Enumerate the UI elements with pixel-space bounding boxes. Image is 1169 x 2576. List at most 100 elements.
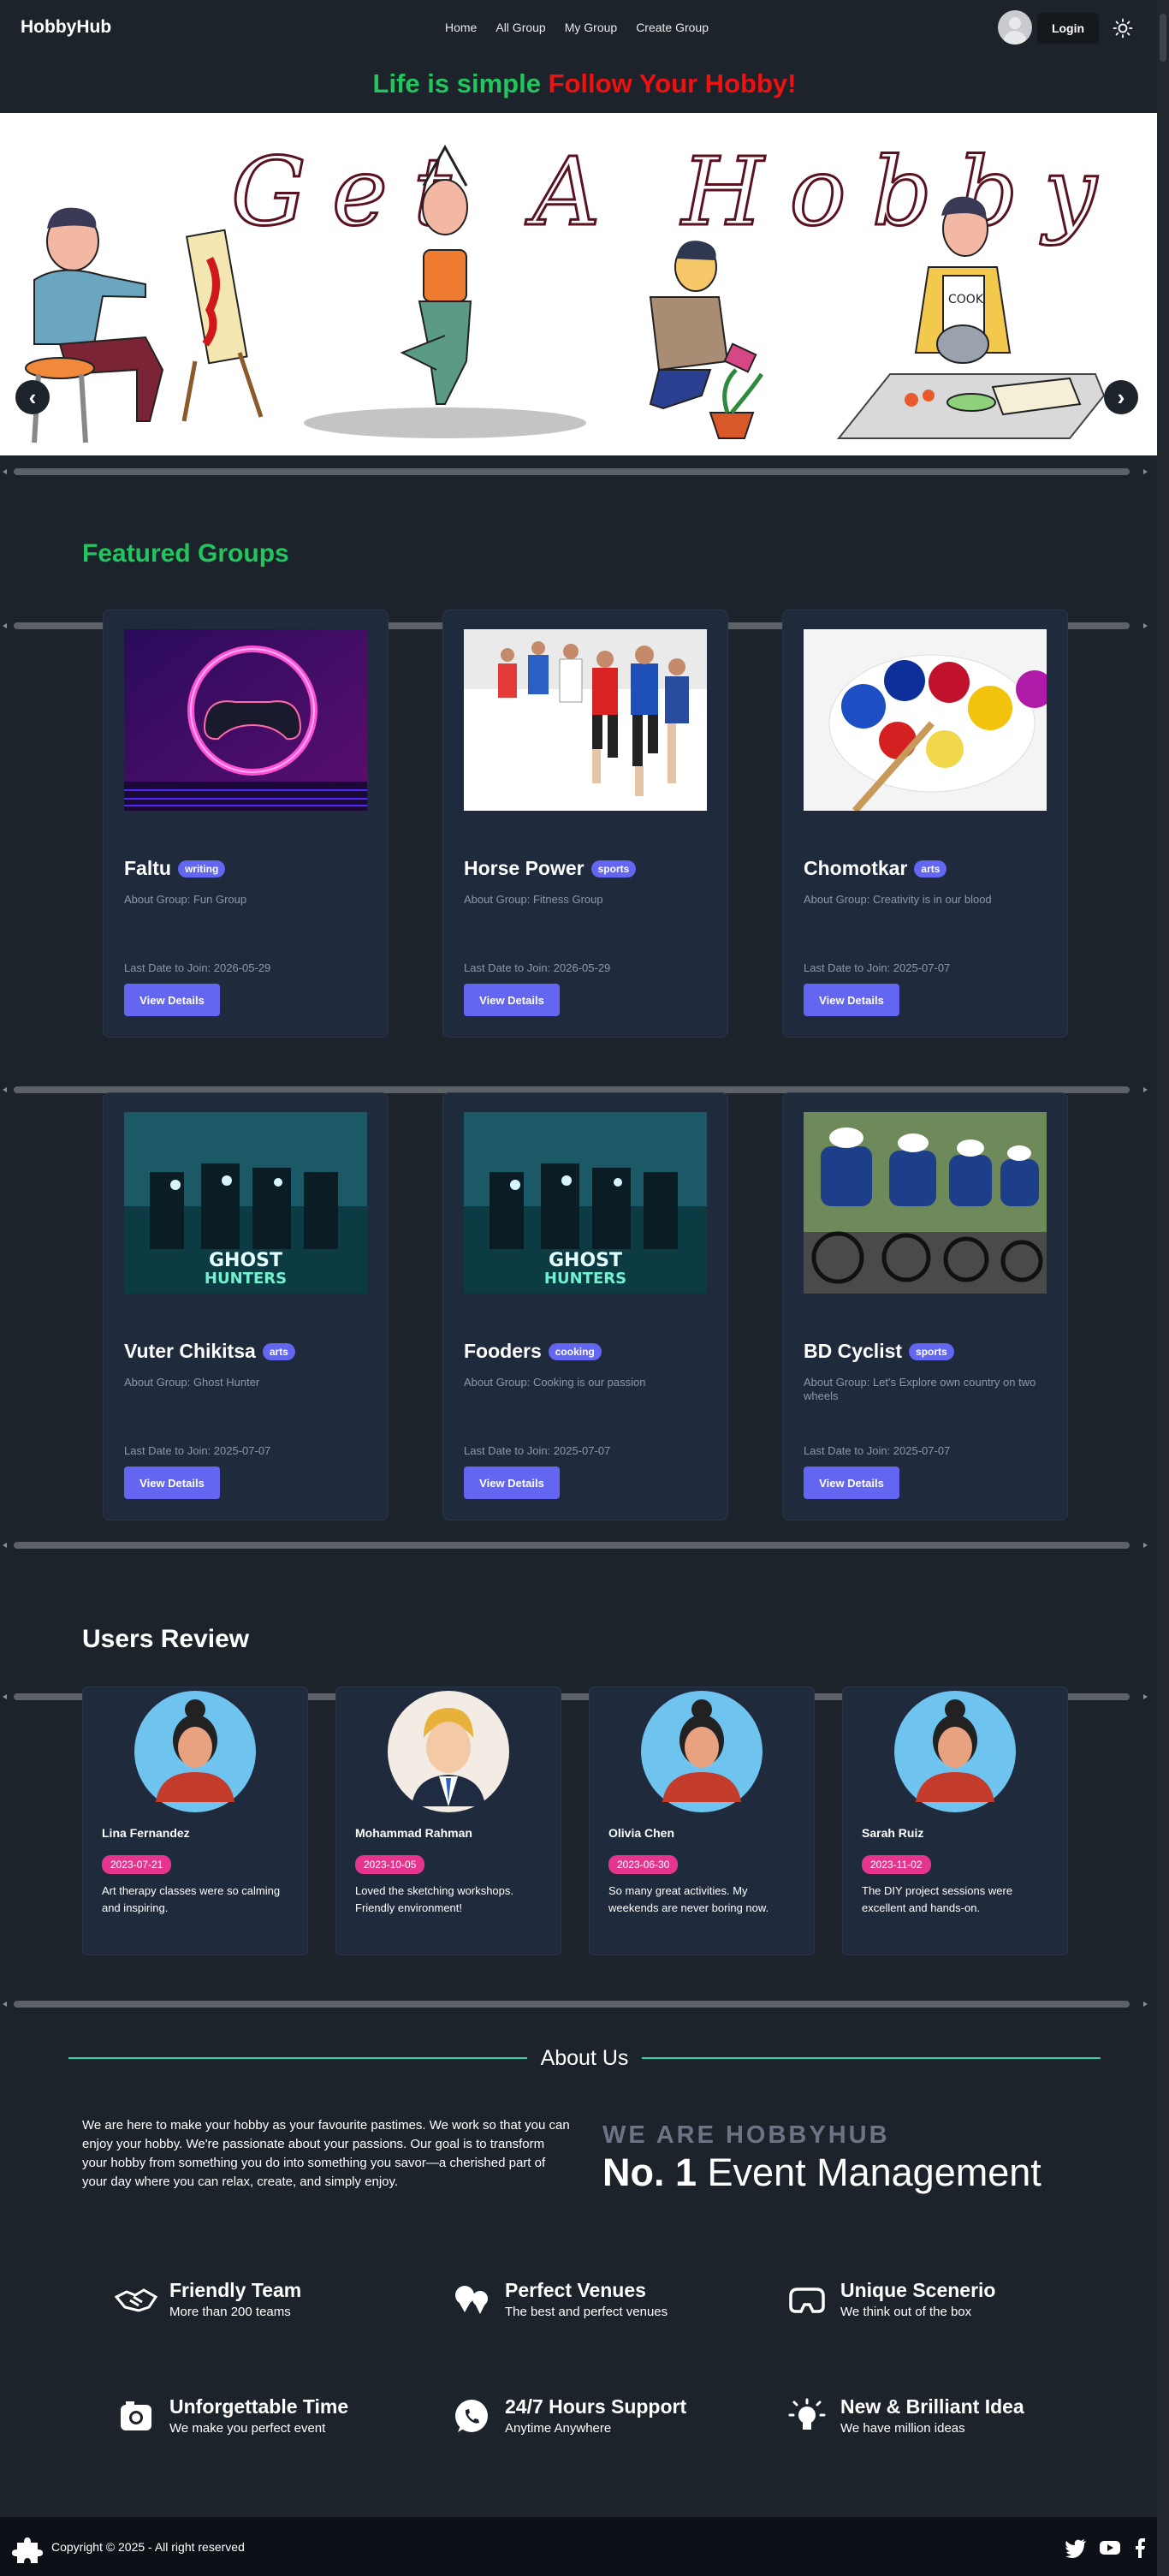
feature-sub: The best and perfect venues bbox=[505, 2305, 668, 2319]
review-card: Olivia Chen 2023-06-30 So many great act… bbox=[589, 1687, 815, 1955]
man-avatar-icon bbox=[388, 1691, 509, 1812]
group-about: About Group: Fun Group bbox=[124, 893, 247, 906]
horizontal-scrollbar[interactable] bbox=[0, 1539, 1157, 1551]
we-are-hobbyhub: WE ARE HOBBYHUB bbox=[602, 2121, 890, 2149]
no1-heading: No. 1 Event Management bbox=[602, 2151, 1041, 2195]
review-card: Mohammad Rahman 2023-10-05 Loved the ske… bbox=[335, 1687, 561, 1955]
feature-item: Perfect Venues The best and perfect venue… bbox=[450, 2279, 668, 2322]
get-a-hobby-illustration: Get A Hobby COOK bbox=[25, 136, 1123, 443]
review-text: Art therapy classes were so calming and … bbox=[102, 1884, 281, 1914]
feature-item: Unforgettable Time We make you perfect ev… bbox=[115, 2395, 348, 2438]
carousel-prev-button[interactable]: ‹ bbox=[15, 380, 50, 414]
user-avatar-icon[interactable] bbox=[998, 10, 1032, 45]
svg-text:HUNTERS: HUNTERS bbox=[544, 1270, 626, 1288]
feature-title: New & Brilliant Idea bbox=[840, 2395, 1024, 2418]
feature-title: 24/7 Hours Support bbox=[505, 2395, 687, 2418]
woman-avatar-icon bbox=[894, 1691, 1016, 1812]
horizontal-scrollbar[interactable] bbox=[0, 1998, 1157, 2010]
about-text: We are here to make your hobby as your f… bbox=[82, 2118, 570, 2189]
group-card: GHOST HUNTERS Vuter Chikitsa arts About … bbox=[103, 1092, 389, 1520]
handshake-icon bbox=[115, 2279, 157, 2322]
reviewer-name: Lina Fernandez bbox=[102, 1826, 190, 1840]
view-details-button[interactable]: View Details bbox=[124, 984, 220, 1016]
brand-logo-text[interactable]: HobbyHub bbox=[21, 17, 111, 38]
feature-sub: We have million ideas bbox=[840, 2421, 965, 2436]
group-last-date: Last Date to Join: 2025-07-07 bbox=[464, 1444, 611, 1457]
tagline-part2: Follow Your Hobby! bbox=[548, 68, 797, 98]
group-image-palette bbox=[804, 629, 1047, 811]
vr-headset-icon bbox=[786, 2279, 828, 2322]
review-text: So many great activities. My weekends ar… bbox=[608, 1884, 769, 1914]
hero-banner-text: Get A Hobby bbox=[231, 137, 1123, 247]
users-review-title: Users Review bbox=[82, 1625, 250, 1653]
nav-link-home[interactable]: Home bbox=[445, 21, 477, 34]
about-title: About Us bbox=[540, 2046, 629, 2070]
hero-carousel: Get A Hobby COOK ‹ › bbox=[0, 113, 1157, 455]
group-last-date: Last Date to Join: 2025-07-07 bbox=[124, 1444, 271, 1457]
reviewer-name: Mohammad Rahman bbox=[355, 1826, 472, 1840]
review-date-badge: 2023-10-05 bbox=[355, 1855, 425, 1874]
nav-link-my-group[interactable]: My Group bbox=[565, 21, 617, 34]
sun-theme-toggle-icon[interactable] bbox=[1113, 18, 1133, 39]
woman-avatar-icon bbox=[134, 1691, 256, 1812]
category-badge: arts bbox=[914, 860, 947, 878]
category-badge: sports bbox=[590, 860, 637, 878]
footer: Copyright © 2025 - All right reserved bbox=[0, 2517, 1157, 2576]
feature-sub: More than 200 teams bbox=[169, 2305, 291, 2319]
group-card: Chomotkar arts About Group: Creativity i… bbox=[782, 610, 1068, 1038]
group-about: About Group: Cooking is our passion bbox=[464, 1376, 646, 1389]
view-details-button[interactable]: View Details bbox=[804, 984, 899, 1016]
review-card: Sarah Ruiz 2023-11-02 The DIY project se… bbox=[842, 1687, 1068, 1955]
carousel-next-button[interactable]: › bbox=[1104, 380, 1138, 414]
review-card: Lina Fernandez 2023-07-21 Art therapy cl… bbox=[82, 1687, 308, 1955]
nav-link-all-group[interactable]: All Group bbox=[495, 21, 545, 34]
nav-link-create-group[interactable]: Create Group bbox=[636, 21, 709, 34]
view-details-button[interactable]: View Details bbox=[464, 1466, 560, 1499]
group-card: Horse Power sports About Group: Fitness … bbox=[442, 610, 728, 1038]
group-last-date: Last Date to Join: 2026-05-29 bbox=[124, 961, 271, 974]
facebook-icon[interactable] bbox=[1133, 2537, 1147, 2558]
lightbulb-icon bbox=[786, 2395, 828, 2438]
group-last-date: Last Date to Join: 2025-07-07 bbox=[804, 1444, 951, 1457]
no1-bold: No. 1 bbox=[602, 2151, 697, 2194]
feature-sub: We think out of the box bbox=[840, 2305, 972, 2319]
category-badge: writing bbox=[177, 860, 226, 878]
reviewer-name: Sarah Ruiz bbox=[862, 1826, 924, 1840]
feature-title: Unique Scenerio bbox=[840, 2279, 996, 2301]
view-details-button[interactable]: View Details bbox=[804, 1466, 899, 1499]
group-image-runners bbox=[464, 629, 707, 811]
view-details-button[interactable]: View Details bbox=[464, 984, 560, 1016]
group-about: About Group: Let's Explore own country o… bbox=[804, 1376, 1036, 1402]
copyright-text: Copyright © 2025 - All right reserved bbox=[51, 2540, 245, 2554]
group-card: BD Cyclist sports About Group: Let's Exp… bbox=[782, 1092, 1068, 1520]
cook-apron-label: COOK bbox=[948, 293, 984, 306]
feature-item: New & Brilliant Idea We have million idea… bbox=[786, 2395, 1024, 2438]
group-image-gaming bbox=[124, 629, 367, 811]
tagline-part1: Life is simple bbox=[372, 68, 541, 98]
group-name: Horse Power bbox=[464, 857, 584, 879]
puzzle-logo-icon bbox=[12, 2537, 43, 2563]
category-badge: sports bbox=[909, 1342, 954, 1360]
no1-rest: Event Management bbox=[707, 2151, 1041, 2194]
woman-avatar-icon bbox=[641, 1691, 763, 1812]
horizontal-scrollbar[interactable] bbox=[0, 466, 1157, 478]
featured-groups-title: Featured Groups bbox=[82, 539, 289, 568]
view-details-button[interactable]: View Details bbox=[124, 1466, 220, 1499]
group-card: GHOST HUNTERS Fooders cooking About Grou… bbox=[442, 1092, 728, 1520]
twitter-icon[interactable] bbox=[1065, 2537, 1087, 2558]
svg-text:GHOST: GHOST bbox=[209, 1250, 282, 1271]
group-about: About Group: Fitness Group bbox=[464, 893, 603, 906]
category-badge: cooking bbox=[548, 1342, 602, 1360]
review-date-badge: 2023-07-21 bbox=[102, 1855, 172, 1874]
login-button[interactable]: Login bbox=[1037, 13, 1099, 44]
feature-title: Unforgettable Time bbox=[169, 2395, 349, 2418]
group-image-cyclists bbox=[804, 1112, 1047, 1294]
navbar: HobbyHub Home All Group My Group Create … bbox=[0, 0, 1157, 57]
feature-sub: We make you perfect event bbox=[169, 2421, 326, 2436]
page-scrollbar-thumb[interactable] bbox=[1160, 14, 1166, 62]
youtube-icon[interactable] bbox=[1099, 2537, 1121, 2558]
page-scrollbar[interactable] bbox=[1157, 0, 1169, 2576]
group-card: Faltu writing About Group: Fun Group Las… bbox=[103, 610, 389, 1038]
review-text: Loved the sketching workshops. Friendly … bbox=[355, 1884, 513, 1914]
group-name: Chomotkar bbox=[804, 857, 908, 879]
